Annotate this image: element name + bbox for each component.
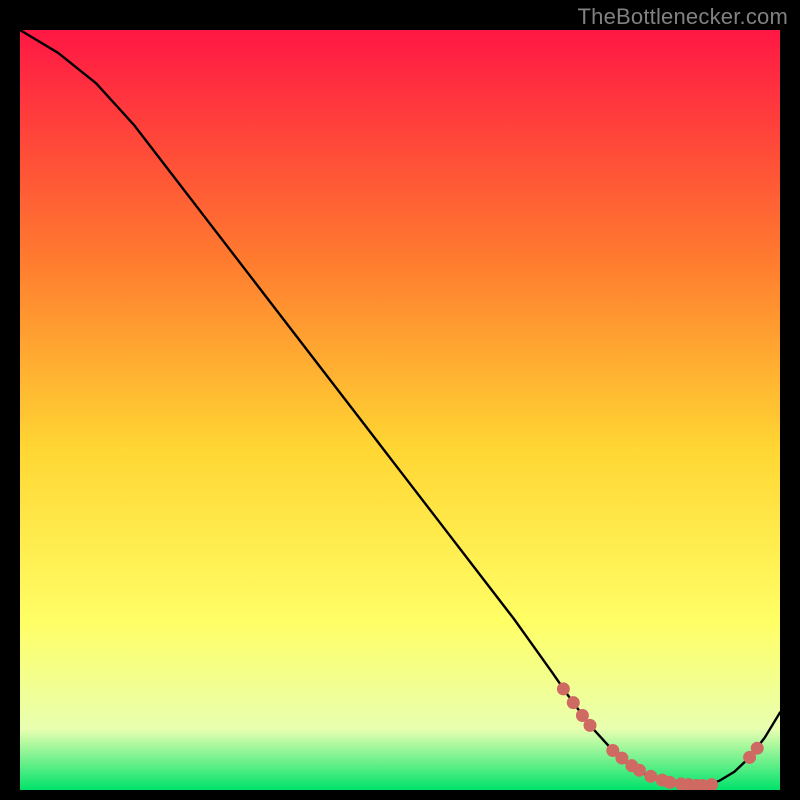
chart-svg <box>20 30 780 790</box>
scatter-point <box>557 682 570 695</box>
gradient-background <box>20 30 780 790</box>
scatter-point <box>584 719 597 732</box>
attribution-text: TheBottlenecker.com <box>578 4 788 30</box>
scatter-point <box>567 696 580 709</box>
scatter-point <box>751 742 764 755</box>
chart-plot <box>20 30 780 790</box>
scatter-point <box>633 764 646 777</box>
scatter-point <box>663 776 676 789</box>
scatter-point <box>644 770 657 783</box>
chart-stage: TheBottlenecker.com <box>0 0 800 800</box>
